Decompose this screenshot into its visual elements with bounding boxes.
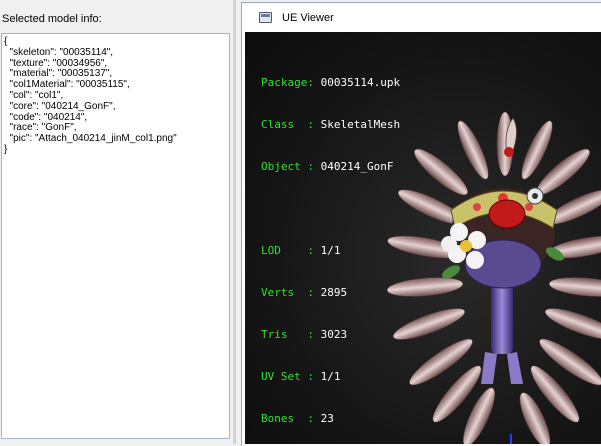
info-key-tris: Tris :: [261, 328, 314, 341]
info-key-object: Object :: [261, 160, 314, 173]
info-val-class: SkeletalMesh: [320, 118, 401, 131]
info-val-lod: 1/1: [320, 244, 341, 257]
info-key-bones: Bones :: [261, 412, 314, 425]
viewer-frame: UE Viewer Package: 00035114.upk Class: …: [241, 2, 601, 446]
info-key-lod: LOD :: [261, 244, 314, 257]
json-line: "core": "040214_GonF",: [4, 100, 116, 112]
viewer-window: UE Viewer Package: 00035114.upk Class: …: [236, 0, 601, 446]
info-val-uvset: 1/1: [320, 370, 341, 383]
info-key-class: Class :: [261, 118, 314, 131]
info-val-verts: 2895: [320, 286, 348, 299]
info-val-object: 040214_GonF: [320, 160, 394, 173]
info-key-package: Package:: [261, 76, 314, 89]
viewer-titlebar[interactable]: UE Viewer: [242, 3, 601, 31]
info-val-package: 00035114.upk: [320, 76, 401, 89]
model-stats-overlay: Package: 00035114.upk Class : SkeletalMe…: [261, 48, 400, 444]
info-val-tris: 3023: [320, 328, 348, 341]
json-line: "pic": "Attach_040214_jinM_col1.png": [4, 133, 177, 145]
panel-label: Selected model info:: [2, 13, 102, 25]
axis-gizmo: [510, 434, 512, 444]
info-val-bones: 23: [320, 412, 334, 425]
left-panel: Selected model info: { "skeleton": "0003…: [0, 0, 236, 444]
model-info-textbox[interactable]: { "skeleton": "00035114", "texture": "00…: [1, 33, 230, 439]
window-app-icon: [259, 12, 272, 23]
red-ornament: [488, 199, 526, 229]
window-title: UE Viewer: [282, 12, 334, 24]
info-key-verts: Verts :: [261, 286, 314, 299]
json-line: }: [4, 143, 8, 155]
json-line: "skeleton": "00035114",: [4, 46, 114, 58]
info-key-uvset: UV Set :: [261, 370, 314, 383]
3d-viewport[interactable]: Package: 00035114.upk Class : SkeletalMe…: [245, 32, 601, 444]
